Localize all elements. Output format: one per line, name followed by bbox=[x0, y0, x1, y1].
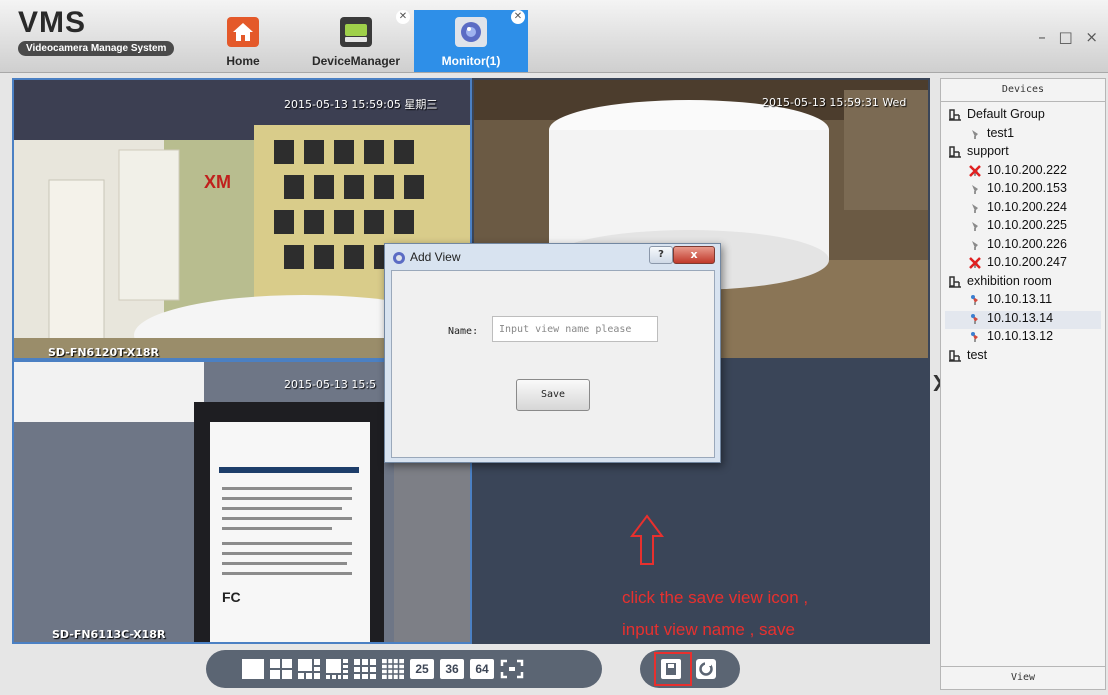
tab-monitor-close-icon[interactable]: ✕ bbox=[511, 10, 525, 24]
tree-device[interactable]: 10.10.200.224 bbox=[945, 200, 1101, 219]
app-subtitle: Videocamera Manage System bbox=[18, 41, 175, 56]
tab-monitor-label: Monitor(1) bbox=[441, 54, 501, 68]
pane-1-camera-name: SD-FN6120T-X18R bbox=[48, 346, 159, 359]
add-view-dialog: Add View ? x Name: Save bbox=[384, 243, 721, 463]
title-bar: VMS Videocamera Manage System Home Devic… bbox=[0, 0, 1108, 73]
window-controls[interactable]: – □ × bbox=[1038, 28, 1102, 46]
tab-device-manager[interactable]: DeviceManager ✕ bbox=[300, 10, 412, 72]
layout-9-button[interactable] bbox=[354, 659, 376, 679]
save-view-highlight bbox=[654, 652, 692, 686]
camera-icon bbox=[972, 203, 978, 213]
camera-icon bbox=[971, 313, 978, 324]
device-tree: Default Group test1 support 10.10.200.222 10… bbox=[945, 107, 1101, 366]
layout-36-button[interactable]: 36 bbox=[440, 659, 464, 679]
tab-monitor[interactable]: Monitor(1) ✕ bbox=[414, 10, 528, 72]
annotation-line-2: input view name , save bbox=[622, 620, 795, 639]
tree-device-label: 10.10.13.11 bbox=[987, 292, 1053, 306]
view-name-label: Name: bbox=[448, 326, 479, 337]
tree-device-label: 10.10.200.224 bbox=[987, 199, 1067, 214]
fullscreen-icon[interactable] bbox=[500, 659, 524, 679]
camera-icon bbox=[971, 332, 978, 342]
up-arrow-icon bbox=[630, 514, 664, 565]
devices-panel-header: Devices bbox=[941, 79, 1105, 102]
dialog-close-button[interactable]: x bbox=[673, 246, 715, 264]
tree-device-label: 10.10.200.153 bbox=[987, 181, 1067, 195]
tree-group[interactable]: Default Group bbox=[945, 107, 1101, 126]
svg-text:XM: XM bbox=[204, 172, 231, 192]
tree-device[interactable]: test1 bbox=[945, 126, 1101, 145]
refresh-icon[interactable] bbox=[696, 659, 716, 679]
camera-error-icon bbox=[969, 257, 981, 269]
tree-group[interactable]: support bbox=[945, 144, 1101, 163]
camera-icon bbox=[972, 129, 978, 139]
tree-device[interactable]: 10.10.200.222 bbox=[945, 163, 1101, 182]
camera-icon bbox=[972, 222, 978, 231]
svg-text:FC: FC bbox=[222, 589, 241, 605]
tree-device[interactable]: 10.10.13.14 bbox=[945, 310, 1101, 329]
layout-toolbar: 25 36 64 bbox=[206, 650, 602, 688]
tree-device[interactable]: 10.10.200.247 bbox=[945, 255, 1101, 274]
app-logo: VMS Videocamera Manage System bbox=[18, 6, 175, 56]
layout-8-button[interactable] bbox=[326, 659, 348, 679]
group-icon bbox=[949, 349, 961, 362]
tree-group-label: exhibition room bbox=[967, 273, 1052, 288]
dialog-app-icon bbox=[393, 252, 405, 264]
annotation-line-1: click the save view icon , bbox=[622, 588, 809, 607]
tree-group-label: test bbox=[967, 347, 988, 362]
group-icon bbox=[949, 146, 961, 158]
tree-group-label: support bbox=[967, 144, 1009, 158]
tree-group[interactable]: test bbox=[945, 348, 1101, 367]
layout-6-button[interactable] bbox=[298, 659, 320, 679]
tab-device-manager-close-icon[interactable]: ✕ bbox=[396, 10, 410, 24]
pane-3-timestamp: 2015-05-13 15:5 bbox=[284, 378, 377, 391]
tree-device-label: 10.10.200.226 bbox=[987, 236, 1067, 251]
view-panel-tab[interactable]: View bbox=[941, 666, 1105, 689]
pane-3-camera-name: SD-FN6113C-X18R bbox=[52, 628, 166, 641]
tree-device-label: 10.10.200.225 bbox=[987, 218, 1067, 232]
dialog-help-button[interactable]: ? bbox=[649, 246, 673, 264]
tree-device-label: 10.10.200.247 bbox=[987, 255, 1067, 269]
layout-16-button[interactable] bbox=[382, 659, 404, 679]
pane-2-timestamp: 2015-05-13 15:59:31 Wed bbox=[762, 96, 907, 109]
devices-panel: Devices Default Group test1 support 10.10.2… bbox=[940, 78, 1106, 690]
camera-error-icon bbox=[969, 164, 981, 177]
camera-icon bbox=[972, 240, 978, 250]
camera-icon bbox=[971, 295, 978, 305]
tree-device-label: 10.10.13.12 bbox=[987, 329, 1054, 343]
tab-home[interactable]: Home bbox=[208, 10, 278, 72]
dialog-body: Name: Save bbox=[391, 270, 715, 458]
tree-device-label: 10.10.200.222 bbox=[987, 162, 1067, 177]
tree-device-label: test1 bbox=[987, 125, 1015, 140]
tree-device[interactable]: 10.10.200.225 bbox=[945, 218, 1101, 237]
app-title: VMS bbox=[18, 6, 87, 39]
layout-1-button[interactable] bbox=[242, 659, 264, 679]
save-button[interactable]: Save bbox=[516, 379, 590, 411]
tab-device-manager-label: DeviceManager bbox=[311, 54, 401, 68]
group-icon bbox=[949, 275, 961, 288]
layout-25-button[interactable]: 25 bbox=[410, 659, 434, 679]
layout-64-button[interactable]: 64 bbox=[470, 659, 494, 679]
view-name-input[interactable] bbox=[492, 316, 658, 342]
camera-icon bbox=[972, 185, 978, 194]
home-icon bbox=[227, 17, 259, 47]
monitor-icon bbox=[455, 17, 487, 47]
group-icon bbox=[949, 109, 961, 121]
tree-device-label: 10.10.13.14 bbox=[987, 310, 1054, 325]
tree-device[interactable]: 10.10.13.11 bbox=[945, 292, 1101, 311]
tree-device[interactable]: 10.10.200.226 bbox=[945, 237, 1101, 256]
tree-device[interactable]: 10.10.13.12 bbox=[945, 329, 1101, 348]
tab-home-label: Home bbox=[226, 54, 260, 68]
dialog-title: Add View bbox=[410, 250, 461, 264]
tree-device[interactable]: 10.10.200.153 bbox=[945, 181, 1101, 200]
device-manager-icon bbox=[340, 17, 372, 47]
pane-1-timestamp: 2015-05-13 15:59:05 星期三 bbox=[284, 98, 438, 111]
layout-4-button[interactable] bbox=[270, 659, 292, 679]
tree-group-label: Default Group bbox=[967, 107, 1045, 121]
tree-group[interactable]: exhibition room bbox=[945, 274, 1101, 293]
